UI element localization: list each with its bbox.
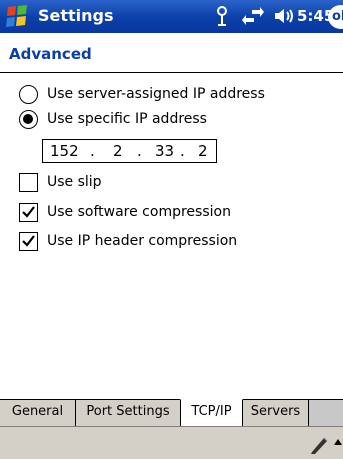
window-title: Settings <box>38 6 114 25</box>
specific-ip-label: Use specific IP address <box>47 111 207 127</box>
ip-header-compression-option[interactable]: Use IP header compression <box>19 231 319 255</box>
ip-separator: . <box>180 142 185 160</box>
sync-arrows-icon[interactable] <box>242 7 264 25</box>
checkmark-icon <box>22 235 35 247</box>
software-compression-option[interactable]: Use software compression <box>19 202 319 226</box>
tab-strip: General Port Settings TCP/IP Servers <box>0 399 343 427</box>
use-slip-option[interactable]: Use slip <box>19 172 219 196</box>
page-title: Advanced <box>9 45 92 63</box>
specific-ip-radio-option[interactable]: Use specific IP address <box>19 109 319 133</box>
ip-octet-1[interactable]: 152 <box>50 142 79 160</box>
specific-ip-radio[interactable] <box>19 110 38 129</box>
checkmark-icon <box>22 206 35 218</box>
server-ip-radio-option[interactable]: Use server-assigned IP address <box>19 84 319 108</box>
server-ip-label: Use server-assigned IP address <box>47 86 265 102</box>
title-bar: Settings 5:45 ok <box>0 0 343 33</box>
antenna-icon[interactable] <box>214 5 230 27</box>
ip-address-field[interactable]: 152 . 2 . 33 . 2 <box>42 139 217 163</box>
start-flag-icon[interactable] <box>5 4 29 28</box>
use-slip-checkbox[interactable] <box>19 173 38 192</box>
ip-octet-3[interactable]: 33 <box>155 142 174 160</box>
tab-tcp-ip[interactable]: TCP/IP <box>180 399 243 427</box>
ip-header-compression-label: Use IP header compression <box>47 233 238 249</box>
software-compression-checkbox[interactable] <box>19 203 38 222</box>
tab-general[interactable]: General <box>0 400 76 426</box>
ip-header-compression-checkbox[interactable] <box>19 232 38 251</box>
ip-separator: . <box>137 142 142 160</box>
ip-octet-2[interactable]: 2 <box>113 142 123 160</box>
volume-icon[interactable] <box>274 7 294 25</box>
pen-icon[interactable] <box>309 435 329 455</box>
use-slip-label: Use slip <box>47 174 102 190</box>
ip-octet-4[interactable]: 2 <box>198 142 208 160</box>
sip-arrow-icon[interactable] <box>333 437 343 451</box>
software-compression-label: Use software compression <box>47 204 231 220</box>
page-header: Advanced <box>0 33 343 73</box>
tab-port-settings[interactable]: Port Settings <box>76 400 181 426</box>
command-bar <box>0 426 343 459</box>
server-ip-radio[interactable] <box>19 85 38 104</box>
tab-servers[interactable]: Servers <box>243 400 309 426</box>
ip-separator: . <box>90 142 95 160</box>
